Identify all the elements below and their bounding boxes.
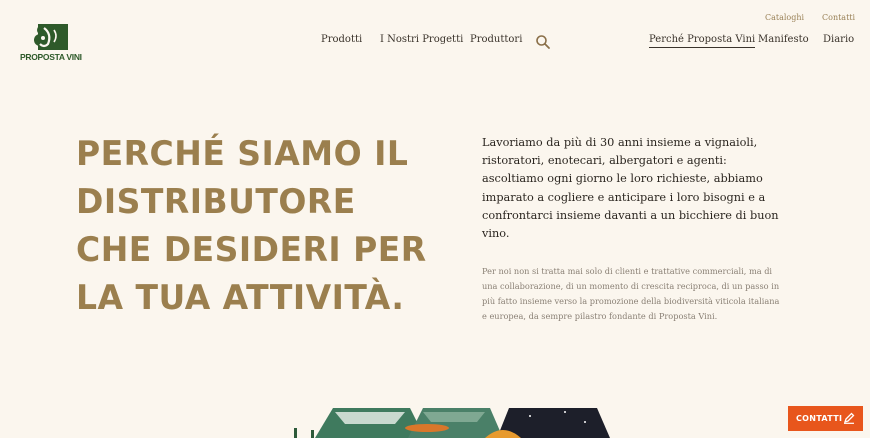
headline-line: LA TUA ATTIVITÀ. — [76, 278, 405, 318]
search-icon — [536, 35, 550, 49]
page-title: PERCHÉ SIAMO IL DISTRIBUTORE CHE DESIDER… — [76, 130, 466, 322]
headline-line: CHE DESIDERI PER — [76, 230, 427, 270]
nav-link-manifesto[interactable]: Manifesto — [758, 34, 809, 45]
contact-button[interactable]: CONTATTI — [788, 406, 863, 431]
nav-link-cataloghi[interactable]: Cataloghi — [765, 13, 804, 22]
body-paragraph: Per noi non si tratta mai solo di client… — [482, 266, 780, 321]
brand-logo[interactable]: PROPOSTA VINI — [20, 22, 86, 64]
headline-line: DISTRIBUTORE — [76, 182, 356, 222]
lead-paragraph: Lavoriamo da più di 30 anni insieme a vi… — [482, 136, 779, 241]
logo-mark-icon — [34, 24, 68, 50]
nav-link-produttori[interactable]: Produttori — [470, 34, 522, 45]
nav-link-diario[interactable]: Diario — [823, 34, 854, 45]
contact-button-label: CONTATTI — [796, 414, 843, 423]
pencil-icon — [843, 412, 855, 424]
nav-link-progetti[interactable]: I Nostri Progetti — [380, 34, 463, 45]
brand-name: PROPOSTA VINI — [20, 52, 82, 62]
search-button[interactable] — [535, 34, 551, 50]
nav-link-perche[interactable]: Perché Proposta Vini — [649, 34, 756, 48]
nav-link-prodotti[interactable]: Prodotti — [321, 34, 362, 45]
hero-illustration — [245, 402, 630, 438]
nav-link-contatti[interactable]: Contatti — [822, 13, 855, 22]
headline-line: PERCHÉ SIAMO IL — [76, 134, 409, 174]
